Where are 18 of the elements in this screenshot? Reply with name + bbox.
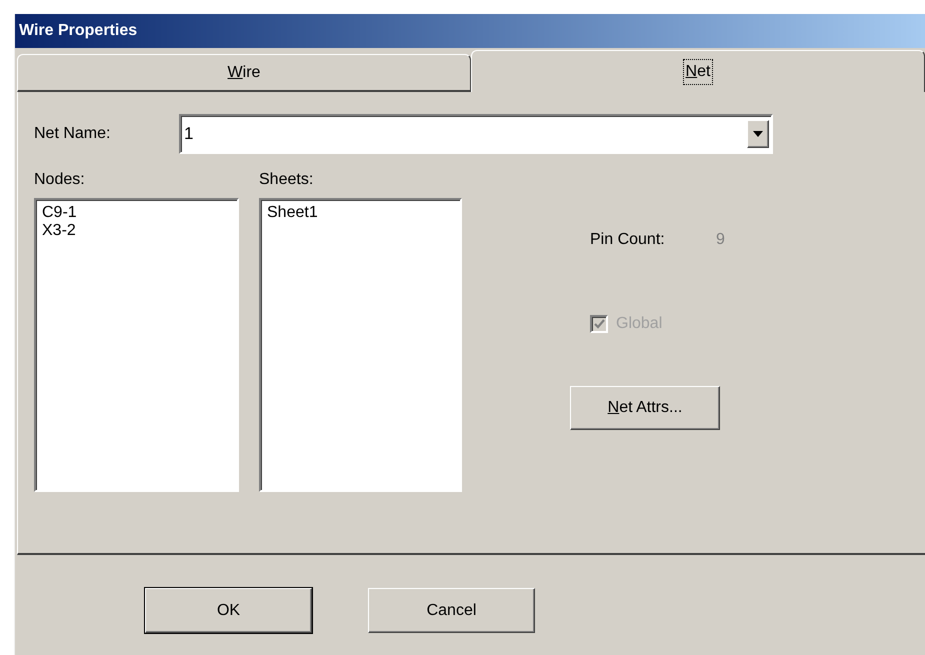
net-name-combo[interactable]: 1: [179, 114, 773, 154]
nodes-list[interactable]: C9-1 X3-2: [34, 198, 239, 492]
field-label: Nodes:: [34, 170, 86, 190]
tab[interactable]: Wire: [17, 54, 471, 92]
window-title: Wire Properties: [19, 21, 138, 41]
pin-count-value: 9: [716, 230, 725, 250]
tab[interactable]: Net: [471, 50, 925, 92]
field-label: Pin Count:: [590, 230, 666, 250]
list-item[interactable]: Sheet1: [267, 204, 318, 222]
sheets-list[interactable]: Sheet1: [259, 198, 462, 492]
net-attrs-button[interactable]: Net Attrs...: [570, 386, 720, 430]
checkmark-icon: [594, 319, 604, 329]
list-item[interactable]: C9-1: [42, 204, 77, 222]
field-label: Sheets:: [259, 170, 314, 190]
list-item[interactable]: X3-2: [42, 222, 76, 240]
dialog-button[interactable]: OK: [145, 588, 312, 633]
dialog-button[interactable]: Cancel: [368, 588, 535, 633]
field-label: Net Name:: [34, 124, 112, 144]
